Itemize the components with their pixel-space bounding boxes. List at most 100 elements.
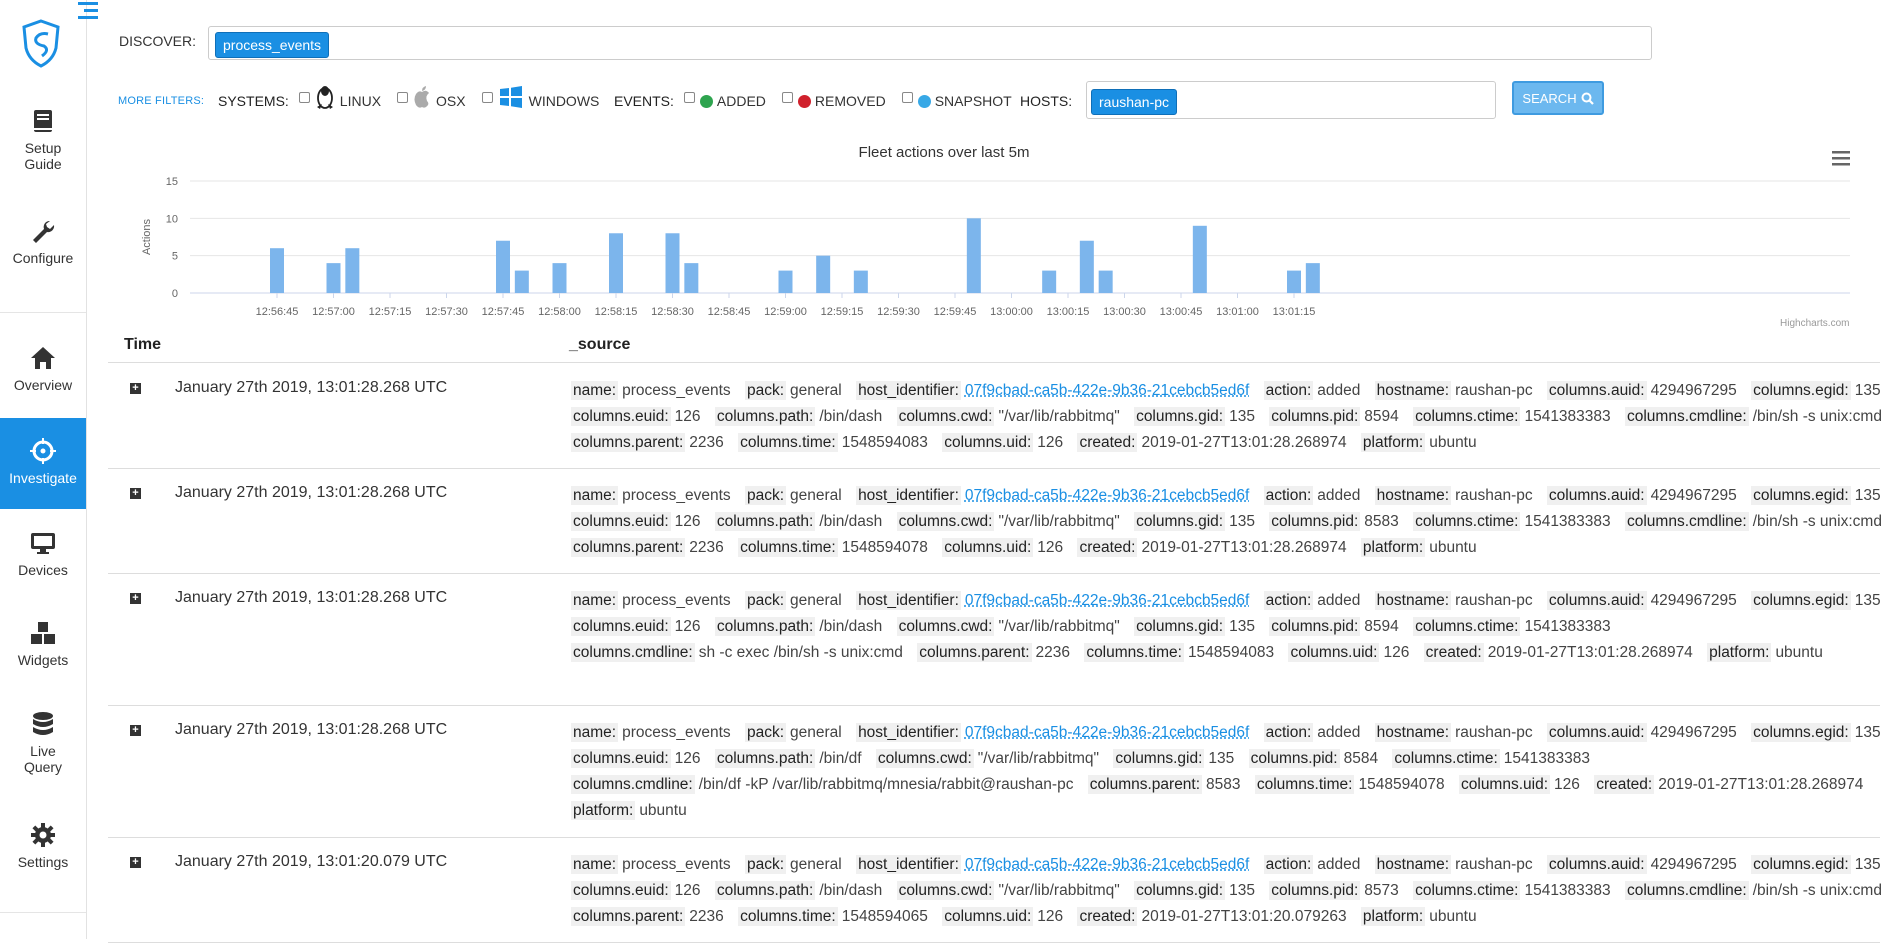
source-field: action: added [1263, 591, 1360, 610]
field-key: pack: [744, 486, 787, 505]
chart-bar [684, 263, 699, 293]
removed-checkbox[interactable] [781, 91, 793, 103]
field-key: columns.gid: [1134, 512, 1226, 531]
discover-query-input[interactable]: process_events [208, 26, 1652, 60]
field-value: 135 [1229, 408, 1255, 425]
source-field: columns.cmdline:/bin/df -kP /var/lib/rab… [571, 775, 1073, 794]
field-value: raushan-pc [1455, 487, 1533, 504]
sidebar-item-settings[interactable]: Settings [0, 822, 86, 870]
source-field: columns.gid: 135 [1134, 407, 1255, 426]
host-tag[interactable]: raushan-pc [1091, 89, 1178, 115]
source-field: name: process_events [571, 486, 731, 505]
source-field: columns.egid: 135 [1751, 723, 1881, 742]
sidebar: Setup Guide Configure Overview Investiga… [0, 0, 98, 939]
x-tick-label: 12:57:30 [425, 306, 468, 318]
expand-row-icon[interactable]: + [130, 857, 141, 868]
source-field: columns.cwd: "/var/lib/rabbitmq" [875, 749, 1099, 768]
source-field: columns.uid: 126 [942, 538, 1064, 557]
snapshot-checkbox[interactable] [901, 91, 913, 103]
added-checkbox[interactable] [683, 91, 695, 103]
expand-row-icon[interactable]: + [130, 383, 141, 394]
snapshot-status-dot-icon [917, 94, 931, 108]
source-field: columns.path:/bin/dash [714, 881, 882, 900]
field-value: added [1317, 856, 1361, 873]
field-key: name: [571, 381, 619, 400]
source-field: platform: ubuntu [1360, 538, 1477, 557]
linux-label: LINUX [339, 93, 382, 109]
sidebar-item-label: Widgets [17, 652, 69, 668]
source-field: hostname: raushan-pc [1374, 486, 1533, 505]
chart-bar [1098, 270, 1113, 293]
expand-row-icon[interactable]: + [130, 725, 141, 736]
menu-toggle-icon[interactable] [76, 0, 98, 26]
hosts-filter: HOSTS: [1020, 86, 1072, 116]
host-identifier-link[interactable]: 07f9cbad-ca5b-422e-9b36-21cebcb5ed6f [961, 856, 1249, 873]
field-key: columns.egid: [1751, 486, 1851, 505]
host-identifier-link[interactable]: 07f9cbad-ca5b-422e-9b36-21cebcb5ed6f [961, 487, 1249, 504]
linux-checkbox[interactable] [298, 91, 310, 103]
field-key: platform: [571, 801, 636, 820]
host-identifier-link[interactable]: 07f9cbad-ca5b-422e-9b36-21cebcb5ed6f [961, 592, 1249, 609]
field-key: hostname: [1374, 855, 1452, 874]
field-value: 126 [1554, 776, 1580, 793]
expand-row-icon[interactable]: + [130, 488, 141, 499]
source-field: created: 2019-01-27T13:01:28.268974 [1077, 538, 1347, 557]
sidebar-item-devices[interactable]: Devices [0, 530, 86, 578]
source-field: columns.ctime: 1541383383 [1413, 407, 1611, 426]
windows-checkbox[interactable] [481, 91, 493, 103]
host-identifier-link[interactable]: 07f9cbad-ca5b-422e-9b36-21cebcb5ed6f [961, 382, 1249, 399]
source-field: columns.ctime: 1541383383 [1413, 617, 1611, 636]
sidebar-item-widgets[interactable]: Widgets [0, 620, 86, 668]
field-value: ubuntu [1429, 539, 1477, 556]
source-field: columns.gid: 135 [1134, 617, 1255, 636]
field-key: columns.cmdline: [1624, 512, 1749, 531]
search-button[interactable]: SEARCH [1512, 81, 1604, 115]
field-key: columns.pid: [1248, 749, 1340, 768]
column-header-time[interactable]: Time [124, 336, 161, 354]
column-header-source[interactable]: _source [569, 336, 630, 354]
source-field: columns.parent: 2236 [571, 433, 724, 452]
x-tick-label: 13:00:30 [1103, 306, 1146, 318]
source-field: columns.gid: 135 [1134, 881, 1255, 900]
sidebar-item-setup-guide[interactable]: Setup Guide [0, 108, 86, 172]
field-value: 135 [1854, 382, 1881, 399]
field-key: columns.cwd: [896, 617, 995, 636]
expand-row-icon[interactable]: + [130, 593, 141, 604]
field-key: name: [571, 855, 619, 874]
home-icon [31, 347, 55, 369]
more-filters-link[interactable]: MORE FILTERS: [118, 95, 204, 107]
row-timestamp: January 27th 2019, 13:01:20.079 UTC [175, 853, 448, 870]
field-value: 8573 [1364, 882, 1399, 899]
sidebar-item-configure[interactable]: Configure [0, 218, 86, 266]
field-key: created: [1077, 433, 1138, 452]
y-tick-label: 15 [166, 176, 178, 188]
sidebar-item-investigate[interactable]: Investigate [0, 418, 86, 509]
field-key: columns.parent: [571, 433, 686, 452]
field-key: columns.path: [714, 749, 816, 768]
source-field: pack: general [744, 486, 842, 505]
search-button-label: SEARCH [1522, 90, 1577, 106]
source-field: name: process_events [571, 723, 731, 742]
sidebar-item-live-query[interactable]: Live Query [0, 711, 86, 775]
table-row: + January 27th 2019, 13:01:28.268 UTC name… [108, 363, 1882, 469]
field-key: columns.time: [1084, 643, 1184, 662]
logo-shield-icon[interactable] [20, 18, 62, 68]
field-key: created: [1077, 907, 1138, 926]
source-field: columns.ctime: 1541383383 [1392, 749, 1590, 768]
field-key: columns.cmdline: [571, 643, 695, 662]
chart-credits[interactable]: Highcharts.com [1780, 318, 1849, 329]
field-key: columns.time: [738, 538, 838, 557]
field-value: 126 [1037, 908, 1064, 925]
host-identifier-link[interactable]: 07f9cbad-ca5b-422e-9b36-21cebcb5ed6f [961, 724, 1249, 741]
field-value: 135 [1229, 618, 1255, 635]
field-value: 126 [1037, 539, 1064, 556]
source-field: columns.cwd: "/var/lib/rabbitmq" [896, 617, 1120, 636]
hosts-input[interactable]: raushan-pc [1086, 81, 1496, 119]
windows-label: WINDOWS [528, 93, 600, 109]
osx-checkbox[interactable] [397, 91, 409, 103]
discover-query-tag[interactable]: process_events [215, 32, 330, 58]
x-tick-label: 12:58:30 [651, 306, 694, 318]
sidebar-item-overview[interactable]: Overview [0, 345, 86, 393]
field-value: /bin/dash [819, 408, 883, 425]
table-row: + January 27th 2019, 13:01:28.268 UTC name… [108, 573, 1881, 706]
